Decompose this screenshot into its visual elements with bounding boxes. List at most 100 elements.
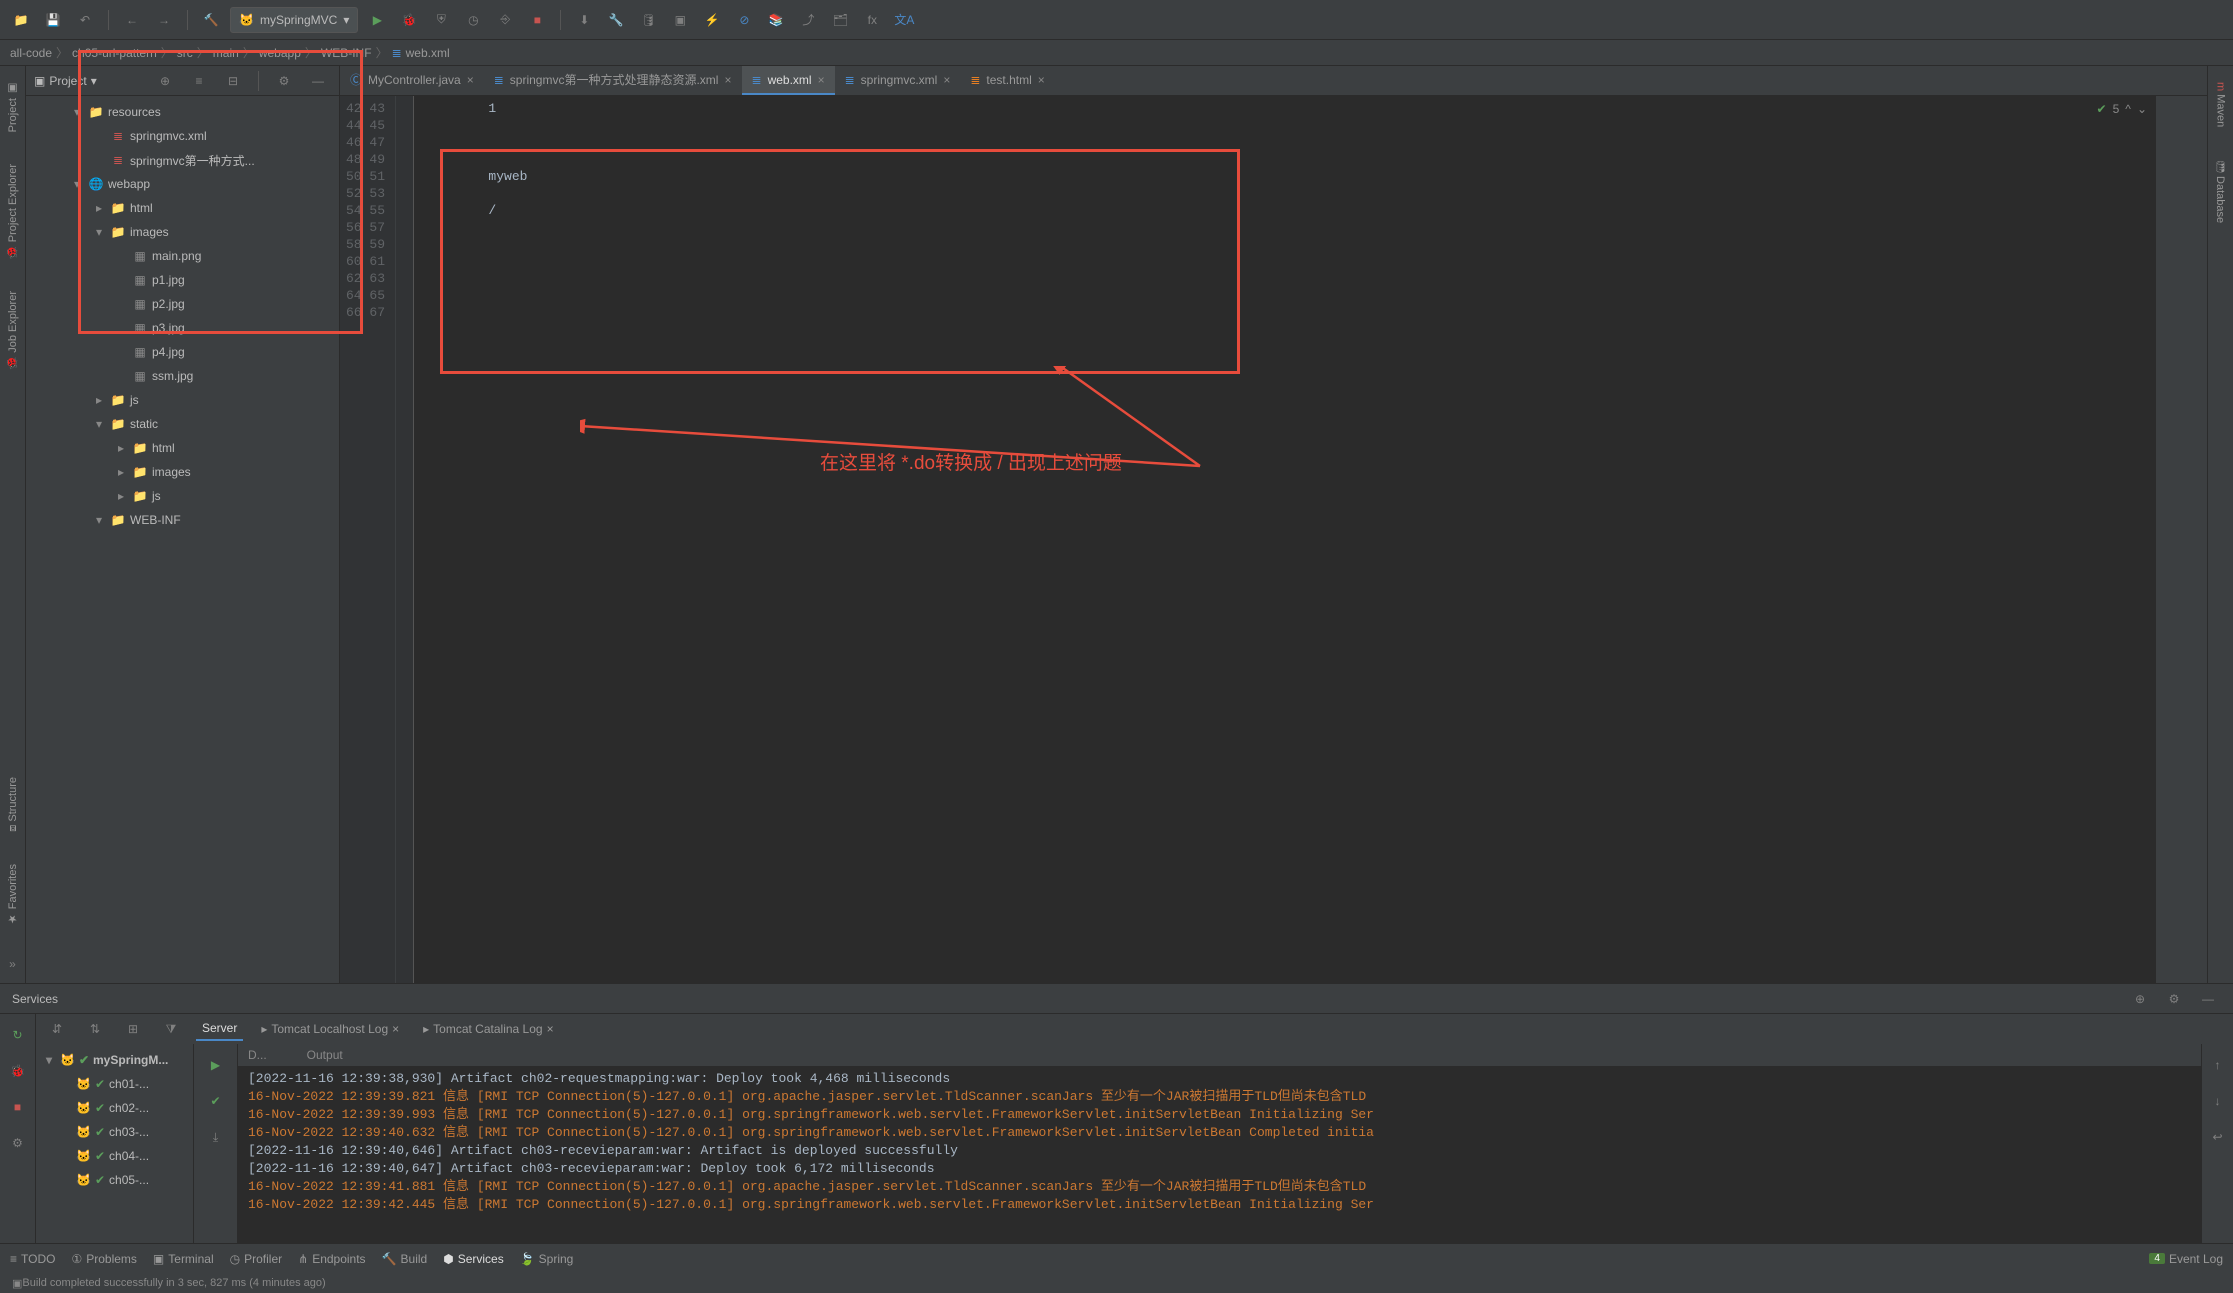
rail-project[interactable]: Project ▣	[4, 76, 21, 138]
run-tree-item[interactable]: 🐱✔ ch02-...	[36, 1096, 193, 1120]
wrap-icon[interactable]: ↩	[2205, 1124, 2231, 1150]
target-icon[interactable]: ⊕	[152, 68, 178, 94]
collapse-rail-icon[interactable]: »	[0, 951, 26, 977]
editor-tab[interactable]: ≣springmvc第一种方式处理静态资源.xml×	[484, 66, 742, 95]
editor-tab[interactable]: ⒸMyController.java×	[340, 66, 484, 95]
hammer-icon[interactable]: 🔨	[198, 7, 224, 33]
rail-project-explorer[interactable]: 🐞 Project Explorer	[4, 158, 21, 265]
tree-item[interactable]: ▦p4.jpg	[26, 340, 339, 364]
tree-item[interactable]: ▸📁js	[26, 484, 339, 508]
tree-item[interactable]: ▾📁static	[26, 412, 339, 436]
run-tree-item[interactable]: 🐱✔ ch04-...	[36, 1144, 193, 1168]
gear-icon[interactable]: ⚙	[271, 68, 297, 94]
tree-item[interactable]: ▦main.png	[26, 244, 339, 268]
upstream-icon[interactable]: ⤴	[795, 7, 821, 33]
deploy-icon[interactable]: ⤓	[203, 1124, 229, 1150]
tree-item[interactable]: ▸📁html	[26, 196, 339, 220]
sb-services[interactable]: ⬢ Services	[443, 1252, 504, 1266]
services-output[interactable]: [2022-11-16 12:39:38,930] Artifact ch02-…	[238, 1066, 2201, 1243]
save-icon[interactable]: 💾	[40, 7, 66, 33]
project-panel-title[interactable]: ▣ Project ▾	[34, 74, 144, 88]
debug-icon[interactable]: 🐞	[396, 7, 422, 33]
rail-favorites[interactable]: ★ Favorites	[4, 858, 21, 931]
sb-todo[interactable]: ≡ TODO	[10, 1252, 55, 1266]
tree-item[interactable]: ▾📁images	[26, 220, 339, 244]
close-icon[interactable]: ×	[724, 73, 731, 87]
up-icon[interactable]: ↑	[2205, 1052, 2231, 1078]
tree-item[interactable]: ▾📁resources	[26, 100, 339, 124]
down-icon[interactable]: ↓	[2205, 1088, 2231, 1114]
attach-icon[interactable]: ⎆	[492, 7, 518, 33]
stop-icon[interactable]: ■	[524, 7, 550, 33]
breadcrumb-item[interactable]: src	[177, 46, 193, 60]
editor-tab[interactable]: ≣web.xml×	[742, 66, 835, 95]
close-icon[interactable]: ×	[1038, 73, 1045, 87]
breadcrumb-item[interactable]: main	[213, 46, 239, 60]
rail-maven[interactable]: m Maven	[2213, 76, 2229, 133]
tree-item[interactable]: ▦p3.jpg	[26, 316, 339, 340]
hide-icon[interactable]: —	[2195, 986, 2221, 1012]
sb-endpoints[interactable]: ⋔ Endpoints	[298, 1252, 365, 1266]
breadcrumb-item[interactable]: ch05-url-pattern	[72, 46, 157, 60]
ai-icon[interactable]: ⚡	[699, 7, 725, 33]
breadcrumb-item[interactable]: webapp	[259, 46, 301, 60]
block-icon[interactable]: ⊘	[731, 7, 757, 33]
tree-item[interactable]: ▾📁WEB-INF	[26, 508, 339, 532]
sb-event-log[interactable]: 4 Event Log	[2149, 1252, 2223, 1266]
run-tree-item[interactable]: 🐱✔ ch03-...	[36, 1120, 193, 1144]
close-icon[interactable]: ×	[818, 73, 825, 87]
run-icon[interactable]: ▶	[364, 7, 390, 33]
books-icon[interactable]: 📚	[763, 7, 789, 33]
tree-item[interactable]: ▦p2.jpg	[26, 292, 339, 316]
target-icon[interactable]: ⊕	[2127, 986, 2153, 1012]
inspections-widget[interactable]: ✔ 5 ^ ⌄	[2097, 102, 2147, 116]
open-icon[interactable]: 📁	[8, 7, 34, 33]
rail-job-explorer[interactable]: 🐞 Job Explorer	[4, 285, 21, 375]
filter-icon[interactable]: ⚙	[5, 1130, 31, 1156]
wrench-icon[interactable]: 🔧	[603, 7, 629, 33]
services-tab[interactable]: ▸ Tomcat Catalina Log ×	[417, 1017, 559, 1041]
db-icon[interactable]: 🛢	[635, 7, 661, 33]
collapse-icon[interactable]: ≡	[186, 68, 212, 94]
run-tree-item[interactable]: 🐱✔ ch01-...	[36, 1072, 193, 1096]
code-editor[interactable]: 1 myweb /	[414, 96, 2155, 983]
profile-icon[interactable]: ◷	[460, 7, 486, 33]
expand-icon[interactable]: ⇵	[44, 1016, 70, 1042]
tree-item[interactable]: ▸📁images	[26, 460, 339, 484]
tree-item[interactable]: ▸📁js	[26, 388, 339, 412]
run-tree-item[interactable]: ▾🐱✔ mySpringM...	[36, 1048, 193, 1072]
expand-icon[interactable]: ⊟	[220, 68, 246, 94]
tree-item[interactable]: ▦ssm.jpg	[26, 364, 339, 388]
tree-item[interactable]: ▸📁html	[26, 436, 339, 460]
tree-item[interactable]: ▾🌐webapp	[26, 172, 339, 196]
tree-item[interactable]: ▦p1.jpg	[26, 268, 339, 292]
rail-database[interactable]: 🛢 Database	[2212, 153, 2229, 229]
breadcrumb-item[interactable]: WEB-INF	[321, 46, 372, 60]
collapse-icon[interactable]: ⇅	[82, 1016, 108, 1042]
services-tab[interactable]: ▸ Tomcat Localhost Log ×	[255, 1017, 405, 1041]
sb-terminal[interactable]: ▣ Terminal	[153, 1252, 214, 1266]
stack-icon[interactable]: 🗂	[827, 7, 853, 33]
run-tree-item[interactable]: 🐱✔ ch05-...	[36, 1168, 193, 1192]
services-tab[interactable]: Server	[196, 1017, 243, 1041]
hide-icon[interactable]: —	[305, 68, 331, 94]
breadcrumb-item[interactable]: all-code	[10, 46, 52, 60]
breadcrumb-item[interactable]: web.xml	[406, 46, 450, 60]
fx-icon[interactable]: fx	[859, 7, 885, 33]
back-icon[interactable]: ↶	[72, 7, 98, 33]
editor-tab[interactable]: ≣test.html×	[960, 66, 1054, 95]
sb-problems[interactable]: ① Problems	[71, 1252, 136, 1266]
reload-icon[interactable]: ✔	[203, 1088, 229, 1114]
sb-build[interactable]: 🔨 Build	[382, 1252, 428, 1266]
translate-icon[interactable]: 文A	[891, 7, 917, 33]
gear-icon[interactable]: ⚙	[2161, 986, 2187, 1012]
rail-structure[interactable]: ⧈ Structure	[5, 771, 21, 838]
undo-icon[interactable]: ←	[119, 7, 145, 33]
coverage-icon[interactable]: ⛨	[428, 7, 454, 33]
tree-item[interactable]: ≣springmvc第一种方式...	[26, 148, 339, 172]
editor-tab[interactable]: ≣springmvc.xml×	[835, 66, 961, 95]
sb-profiler[interactable]: ◷ Profiler	[230, 1252, 283, 1266]
git-pull-icon[interactable]: ⬇	[571, 7, 597, 33]
rerun-icon[interactable]: ↻	[5, 1022, 31, 1048]
bug-icon[interactable]: 🐞	[5, 1058, 31, 1084]
